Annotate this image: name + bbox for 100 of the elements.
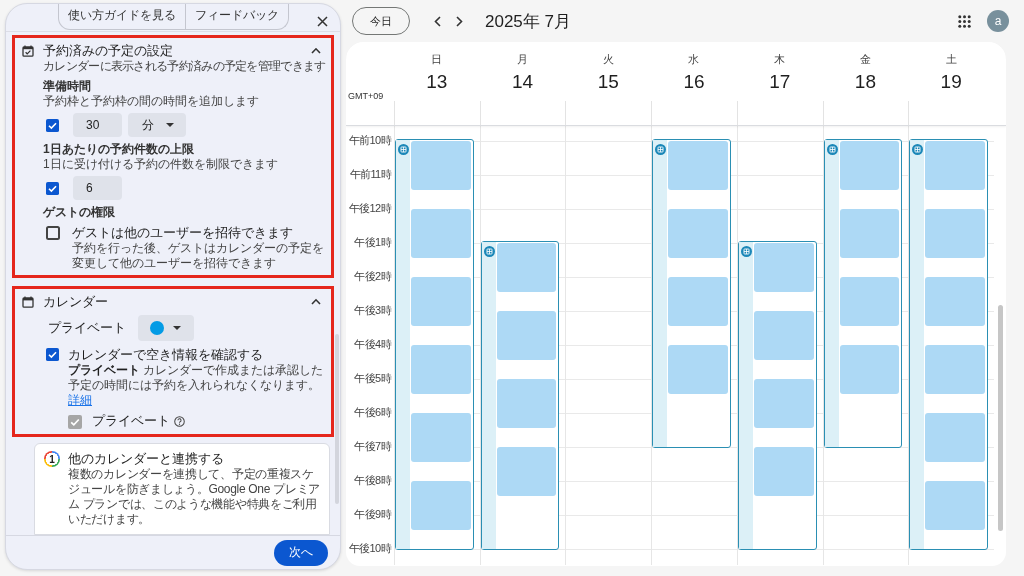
time-slot[interactable] xyxy=(411,481,471,530)
date-label[interactable]: 19 xyxy=(940,71,962,93)
availability-block[interactable] xyxy=(395,139,474,550)
header-button[interactable]: フィードバック xyxy=(184,4,288,29)
apps-grid-icon[interactable] xyxy=(958,14,971,28)
time-slot[interactable] xyxy=(496,311,557,360)
promo-title: 他のカレンダーと連携する xyxy=(68,450,225,467)
time-slot[interactable] xyxy=(496,243,557,292)
hour-label: 午後8時 xyxy=(354,474,391,487)
section-title: 予約済みの予定の設定 xyxy=(43,42,174,59)
setting-description: 1日に受け付ける予約の件数を制限できます xyxy=(43,157,279,172)
availability-block[interactable] xyxy=(909,139,988,550)
time-slot[interactable] xyxy=(668,141,728,190)
availability-block[interactable] xyxy=(652,139,731,448)
section-subtitle: カレンダーに表示される予約済みの予定を管理できます xyxy=(43,59,327,74)
time-slot[interactable] xyxy=(839,277,900,326)
hour-label: 午後4時 xyxy=(354,338,391,351)
chevron-right-icon[interactable] xyxy=(456,15,463,27)
calendar-icon xyxy=(22,295,34,308)
checkbox[interactable] xyxy=(46,181,59,195)
hour-label: 午後7時 xyxy=(354,440,391,453)
checkbox[interactable] xyxy=(46,348,59,361)
setting-label: ゲストの権限 xyxy=(43,205,116,220)
hour-label: 午前11時 xyxy=(349,168,391,181)
time-slot[interactable] xyxy=(668,277,728,326)
calendar-check-icon xyxy=(22,44,34,57)
weekday-label: 金 xyxy=(859,53,871,66)
time-slot[interactable] xyxy=(925,209,985,258)
time-slot[interactable] xyxy=(411,413,471,462)
option-label: カレンダーで空き情報を確認する xyxy=(68,346,264,363)
time-slot[interactable] xyxy=(925,481,985,530)
scrollbar-thumb[interactable] xyxy=(998,305,1003,531)
date-label[interactable]: 14 xyxy=(512,71,534,93)
time-slot[interactable] xyxy=(668,345,728,394)
setting-description: 予約枠と予約枠の間の時間を追加します xyxy=(43,94,260,109)
date-label[interactable]: 15 xyxy=(597,71,619,93)
date-label[interactable]: 17 xyxy=(769,71,791,93)
hour-label: 午後5時 xyxy=(354,372,391,385)
time-slot[interactable] xyxy=(411,209,471,258)
close-icon[interactable] xyxy=(317,16,328,27)
date-label[interactable]: 16 xyxy=(683,71,705,93)
grid-circle-icon xyxy=(398,144,409,155)
chevron-left-icon[interactable] xyxy=(434,15,441,27)
time-slot[interactable] xyxy=(925,141,985,190)
calendar-option-label: プライベート xyxy=(92,413,170,430)
section-title: カレンダー xyxy=(43,293,109,310)
setting-label: 準備時間 xyxy=(43,79,92,94)
availability-block[interactable] xyxy=(823,139,903,448)
date-label[interactable]: 18 xyxy=(854,71,876,93)
help-icon[interactable] xyxy=(174,416,185,427)
availability-block[interactable] xyxy=(737,241,817,550)
chevron-up-icon[interactable] xyxy=(311,47,321,54)
option-label: ゲストは他のユーザーを招待できます xyxy=(72,224,294,241)
hour-label: 午後10時 xyxy=(348,542,391,555)
header-button[interactable]: 使い方ガイドを見る xyxy=(58,4,185,29)
color-dropdown[interactable] xyxy=(138,315,194,341)
timezone-label: GMT+09 xyxy=(347,91,385,101)
time-slot[interactable] xyxy=(839,141,900,190)
date-label[interactable]: 13 xyxy=(426,71,448,93)
time-slot[interactable] xyxy=(753,243,814,292)
checkbox[interactable] xyxy=(46,226,60,240)
hour-label: 午後12時 xyxy=(348,202,391,215)
hour-label: 午後2時 xyxy=(354,270,391,283)
time-slot[interactable] xyxy=(753,447,814,496)
time-slot[interactable] xyxy=(753,379,814,428)
time-slot[interactable] xyxy=(839,209,900,258)
weekday-label: 月 xyxy=(517,53,529,66)
scrollbar-thumb[interactable] xyxy=(335,334,339,504)
grid-circle-icon xyxy=(483,246,495,257)
grid-circle-icon xyxy=(912,144,924,155)
time-slot[interactable] xyxy=(496,379,557,428)
details-link[interactable]: 詳細 xyxy=(68,393,92,407)
checkbox[interactable] xyxy=(46,118,59,132)
weekday-label: 土 xyxy=(945,53,957,66)
time-slot[interactable] xyxy=(753,311,814,360)
time-slot[interactable] xyxy=(668,209,728,258)
chevron-up-icon[interactable] xyxy=(311,298,321,305)
availability-block[interactable] xyxy=(480,241,560,550)
weekday-label: 火 xyxy=(602,53,614,66)
number-input[interactable]: 6 xyxy=(73,176,122,200)
unit-dropdown[interactable]: 分 xyxy=(128,113,186,137)
time-slot[interactable] xyxy=(411,141,471,190)
hour-label: 午後6時 xyxy=(354,406,391,419)
setting-label: 1日あたりの予約件数の上限 xyxy=(43,142,195,157)
next-button[interactable]: 次へ xyxy=(274,539,328,566)
time-slot[interactable] xyxy=(925,277,985,326)
number-input[interactable]: 30 xyxy=(73,113,122,137)
time-slot[interactable] xyxy=(839,345,900,394)
time-slot[interactable] xyxy=(925,345,985,394)
grid-circle-icon xyxy=(826,144,838,155)
time-slot[interactable] xyxy=(411,345,471,394)
hour-label: 午後3時 xyxy=(354,304,391,317)
weekday-label: 水 xyxy=(688,53,700,66)
weekday-label: 木 xyxy=(774,53,786,66)
option-description: 予約を行った後、ゲストはカレンダーの予定を変更して他のユーザーを招待できます xyxy=(72,241,325,271)
hour-label: 午後1時 xyxy=(354,236,391,249)
promo-text: 複数のカレンダーを連携して、予定の重複スケジュールを防ぎましょう。Google One プレミアム プランでは、このような機能や特典をご利用いただけます。 xyxy=(68,467,321,527)
time-slot[interactable] xyxy=(411,277,471,326)
time-slot[interactable] xyxy=(496,447,557,496)
time-slot[interactable] xyxy=(925,413,985,462)
